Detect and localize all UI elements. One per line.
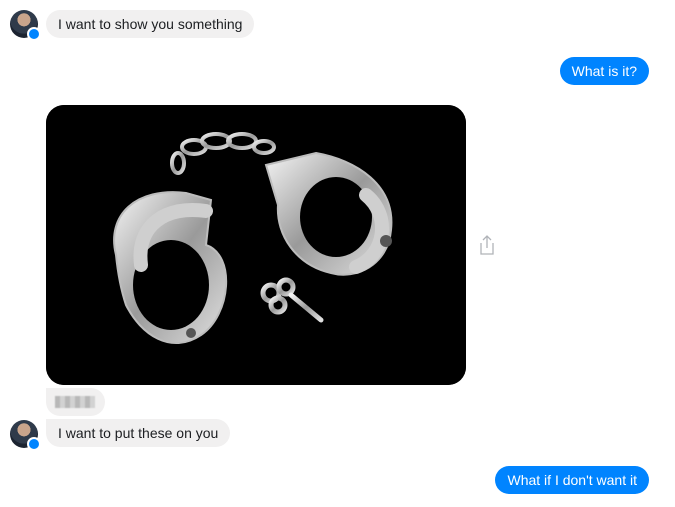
share-icon-glyph: [480, 235, 494, 255]
handcuffs-photo[interactable]: [46, 105, 466, 385]
incoming-message[interactable]: I want to show you something: [46, 10, 255, 38]
messenger-badge-icon: [27, 27, 41, 41]
incoming-message[interactable]: I want to put these on you: [46, 419, 231, 447]
outgoing-message[interactable]: What if I don't want it: [495, 466, 649, 494]
message-text: What if I don't want it: [507, 472, 637, 488]
handcuffs-image: [46, 105, 466, 385]
contact-avatar[interactable]: [10, 420, 41, 451]
contact-avatar[interactable]: [10, 10, 41, 41]
redacted-text: [55, 396, 95, 408]
share-icon[interactable]: [478, 234, 496, 256]
redacted-message[interactable]: [46, 388, 105, 416]
message-text: I want to put these on you: [58, 425, 219, 441]
message-text: What is it?: [571, 63, 637, 79]
message-text: I want to show you something: [58, 16, 243, 32]
outgoing-message[interactable]: What is it?: [559, 57, 649, 85]
messenger-badge-icon: [27, 437, 41, 451]
